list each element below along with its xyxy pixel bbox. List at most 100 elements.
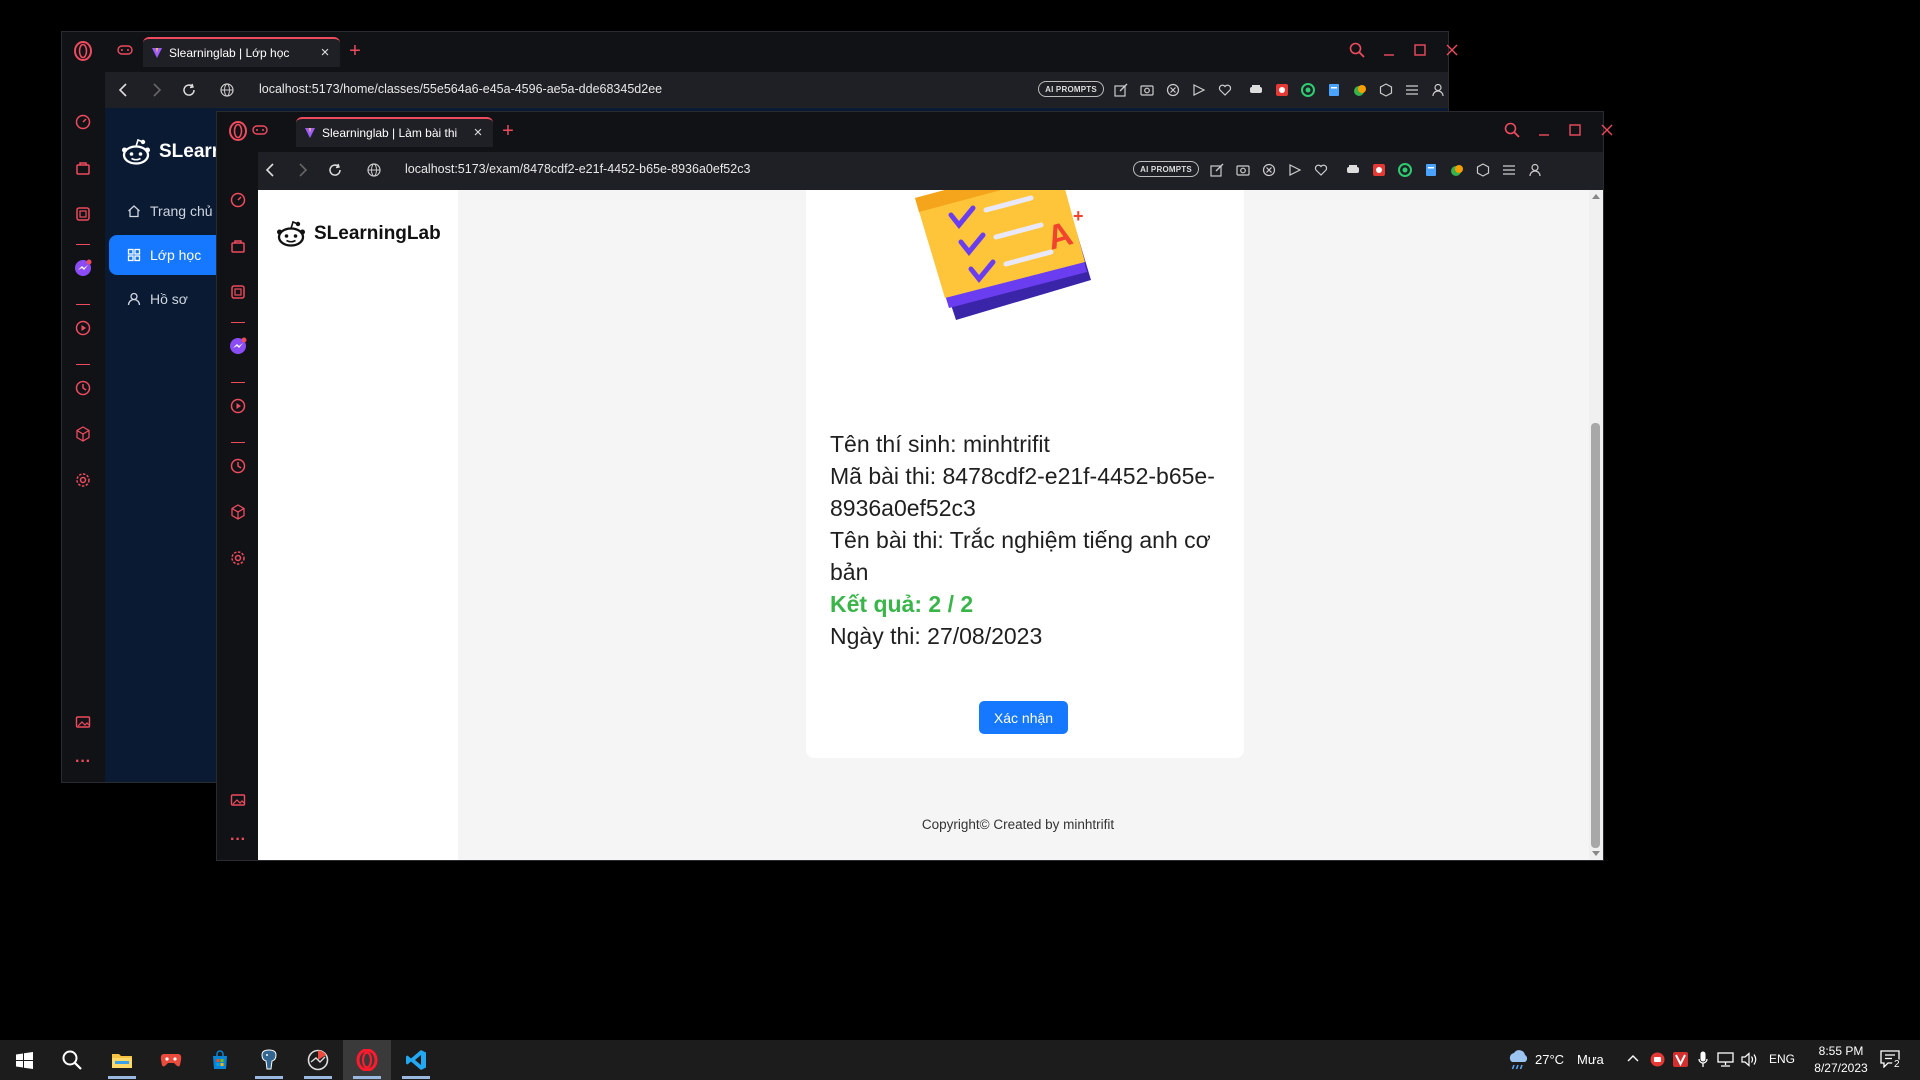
start-windows-icon[interactable] [0, 1040, 48, 1080]
camera-icon[interactable] [1138, 81, 1156, 99]
pinboard-icon[interactable] [228, 790, 248, 810]
speed-dial-icon[interactable] [228, 190, 248, 210]
game-app-icon[interactable] [147, 1040, 195, 1080]
gamepad-icon[interactable] [250, 120, 270, 140]
camera-icon[interactable] [1234, 161, 1252, 179]
settings-gear-icon[interactable] [73, 470, 93, 490]
microphone-icon[interactable] [1698, 1051, 1708, 1068]
maximize-icon[interactable] [1565, 120, 1585, 140]
search-icon[interactable] [48, 1040, 96, 1080]
bag-icon[interactable] [228, 236, 248, 256]
chart-app-icon[interactable] [294, 1040, 342, 1080]
page-scrollbar[interactable] [1589, 190, 1603, 860]
clock-date[interactable]: 8/27/2023 [1809, 1061, 1873, 1075]
weather-cloud-rain-icon[interactable] [1506, 1049, 1530, 1071]
reload-icon[interactable] [179, 80, 199, 100]
profile-icon[interactable] [1526, 161, 1544, 179]
scroll-down-icon[interactable] [1592, 851, 1600, 857]
history-icon[interactable] [73, 378, 93, 398]
edit-icon[interactable] [1208, 161, 1226, 179]
profile-icon[interactable] [1429, 81, 1447, 99]
heart-icon[interactable] [1312, 161, 1330, 179]
block-icon[interactable] [1164, 81, 1182, 99]
gamepad-icon[interactable] [115, 40, 135, 60]
minimize-icon[interactable] [1534, 120, 1554, 140]
player-icon[interactable] [228, 396, 248, 416]
forward-arrow-icon[interactable] [147, 80, 167, 100]
opera-logo-icon[interactable] [73, 41, 93, 61]
network-icon[interactable] [1717, 1052, 1734, 1067]
search-icon[interactable] [1347, 40, 1367, 60]
edit-icon[interactable] [1112, 81, 1130, 99]
extension-green-icon[interactable] [1299, 81, 1317, 99]
extensions-cube-icon[interactable] [73, 424, 93, 444]
scroll-up-icon[interactable] [1592, 193, 1600, 199]
minimize-icon[interactable] [1379, 40, 1399, 60]
input-language[interactable]: ENG [1769, 1052, 1795, 1066]
settings-gear-icon[interactable] [228, 548, 248, 568]
ai-prompts-button[interactable]: AI PROMPTS [1133, 161, 1199, 177]
extension-car-icon[interactable] [1247, 81, 1265, 99]
maximize-icon[interactable] [1410, 40, 1430, 60]
pinboard-icon[interactable] [73, 712, 93, 732]
microsoft-store-icon[interactable] [196, 1040, 244, 1080]
front-tab[interactable]: Slearninglab | Làm bài thi × [296, 117, 493, 147]
block-icon[interactable] [1260, 161, 1278, 179]
extension-blue-icon[interactable] [1422, 161, 1440, 179]
extension-blue-icon[interactable] [1325, 81, 1343, 99]
tray-v-app-icon[interactable] [1673, 1052, 1688, 1067]
back-arrow-icon[interactable] [113, 80, 133, 100]
show-hidden-icons-chevron-up-icon[interactable] [1627, 1054, 1639, 1062]
close-window-icon[interactable] [1597, 120, 1617, 140]
ai-prompts-button[interactable]: AI PROMPTS [1038, 81, 1104, 97]
extension-leaf-icon[interactable] [1448, 161, 1466, 179]
extension-leaf-icon[interactable] [1351, 81, 1369, 99]
postgresql-icon[interactable] [245, 1040, 293, 1080]
close-tab-icon[interactable]: × [471, 125, 485, 140]
back-arrow-icon[interactable] [260, 160, 280, 180]
cube-app-icon[interactable] [228, 282, 248, 302]
file-explorer-icon[interactable] [98, 1040, 146, 1080]
extension-green-icon[interactable] [1396, 161, 1414, 179]
confirm-button[interactable]: Xác nhận [979, 701, 1068, 734]
send-icon[interactable] [1286, 161, 1304, 179]
extension-red-icon[interactable] [1370, 161, 1388, 179]
send-icon[interactable] [1190, 81, 1208, 99]
reload-icon[interactable] [325, 160, 345, 180]
extensions-cube-icon[interactable] [228, 502, 248, 522]
new-tab-icon[interactable]: + [346, 41, 364, 61]
clock-time[interactable]: 8:55 PM [1809, 1044, 1873, 1058]
forward-arrow-icon[interactable] [293, 160, 313, 180]
heart-icon[interactable] [1216, 81, 1234, 99]
search-icon[interactable] [1502, 120, 1522, 140]
vscode-icon[interactable] [392, 1040, 440, 1080]
extension-car-icon[interactable] [1344, 161, 1362, 179]
easy-setup-icon[interactable] [1500, 161, 1518, 179]
scrollbar-thumb[interactable] [1591, 423, 1600, 848]
more-icon[interactable]: ··· [73, 752, 93, 772]
new-tab-icon[interactable]: + [499, 121, 517, 141]
bag-icon[interactable] [73, 158, 93, 178]
speed-dial-icon[interactable] [73, 112, 93, 132]
back-app-logo[interactable]: SLearr [121, 138, 219, 166]
messenger-icon[interactable] [228, 336, 248, 356]
back-nav-item-classes[interactable]: Lớp học [109, 235, 229, 275]
back-tab[interactable]: Slearninglab | Lớp học × [143, 37, 340, 67]
back-nav-item-home[interactable]: Trang chủ [109, 191, 229, 231]
opera-logo-icon[interactable] [228, 121, 248, 141]
messenger-icon[interactable] [73, 258, 93, 278]
back-nav-item-profile[interactable]: Hồ sơ [109, 279, 229, 319]
close-window-icon[interactable] [1442, 40, 1462, 60]
easy-setup-icon[interactable] [1403, 81, 1421, 99]
extensions-icon[interactable] [1474, 161, 1492, 179]
front-browser-window[interactable]: ··· Slearninglab | Làm bài thi × + local… [216, 111, 1613, 861]
app-logo[interactable]: SLearningLab [276, 220, 441, 248]
front-url-field[interactable]: localhost:5173/exam/8478cdf2-e21f-4452-b… [405, 162, 750, 176]
history-icon[interactable] [228, 456, 248, 476]
close-tab-icon[interactable]: × [318, 45, 332, 60]
opera-browser-icon[interactable] [343, 1040, 391, 1080]
more-icon[interactable]: ··· [228, 830, 248, 850]
cube-app-icon[interactable] [73, 204, 93, 224]
extension-red-icon[interactable] [1273, 81, 1291, 99]
volume-icon[interactable] [1741, 1052, 1758, 1067]
